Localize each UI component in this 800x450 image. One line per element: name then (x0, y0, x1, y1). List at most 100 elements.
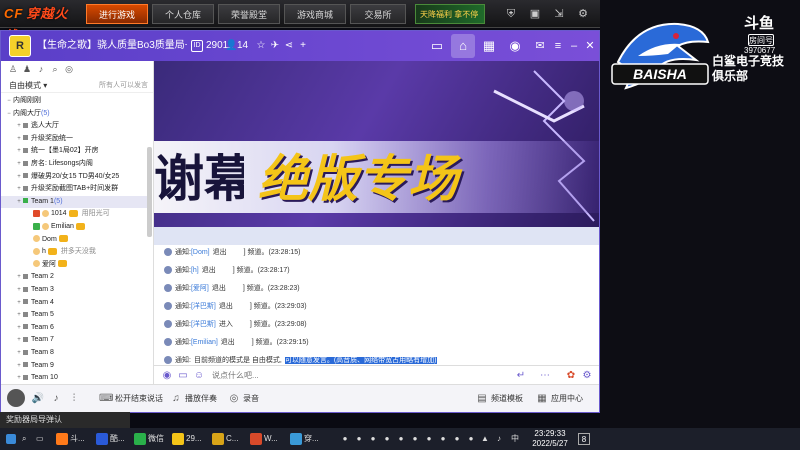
team-row[interactable]: + Team 4 (1, 297, 149, 310)
taskbar-app-douyu[interactable]: 斗... (56, 431, 85, 447)
exit-icon[interactable]: ⇲ (548, 4, 570, 24)
team-row[interactable]: + Team 1(5) (1, 195, 149, 209)
taskbar-app-wechat[interactable]: 微信 (134, 431, 164, 447)
notification-center-icon[interactable]: 8 (578, 433, 590, 445)
expand-icon[interactable]: + (15, 145, 23, 158)
settings-icon[interactable]: ⚙ (572, 4, 594, 24)
search-icon[interactable]: ⌕ (49, 62, 61, 76)
equalizer-icon[interactable]: ⫶ (67, 391, 81, 407)
template-icon[interactable]: ▤ (475, 391, 489, 407)
microphone-icon[interactable]: ♪ (49, 391, 63, 407)
expand-icon[interactable]: + (15, 171, 23, 184)
channel-avatar[interactable]: R (9, 35, 31, 57)
team-row[interactable]: + Team 9 (1, 360, 149, 373)
expand-icon[interactable]: + (15, 120, 23, 133)
expand-icon[interactable]: + (15, 196, 23, 209)
expand-icon[interactable]: + (15, 347, 23, 360)
record-button[interactable]: 录音 (243, 391, 259, 407)
mic-icon[interactable]: ♪ (35, 62, 47, 76)
channel-row[interactable]: + 爆破男20/女15 TD男40/女25 (1, 171, 149, 184)
message-username[interactable]: [洋巴斯] (191, 321, 216, 328)
tray-icon-10[interactable]: ● (466, 433, 476, 445)
message-username[interactable]: [Emilian] (191, 339, 218, 346)
team-row[interactable]: + Team 2 (1, 271, 149, 284)
tray-icon-4[interactable]: ● (382, 433, 392, 445)
gamepad-emoji-icon[interactable]: ◉ (160, 368, 174, 383)
mode-select[interactable]: 自由模式 ▾ (9, 79, 47, 93)
avatar[interactable] (7, 389, 25, 407)
member-row[interactable]: 爱阿 (1, 259, 149, 272)
expand-icon[interactable]: + (15, 360, 23, 373)
game-promo-banner[interactable]: 天降福利 拿不停 (415, 4, 485, 24)
message-username[interactable]: [洋巴斯] (191, 303, 216, 310)
app-center-icon[interactable]: ▦ (535, 391, 549, 407)
more-icon[interactable]: ⋯ (538, 368, 552, 383)
expand-icon[interactable]: + (15, 372, 23, 384)
expand-icon[interactable]: + (15, 271, 23, 284)
team-row[interactable]: + Team 8 (1, 347, 149, 360)
team-row[interactable]: + Team 7 (1, 334, 149, 347)
video-icon[interactable]: ▭ (425, 34, 449, 58)
record-icon[interactable]: ◎ (227, 391, 241, 407)
tray-icon-5[interactable]: ● (396, 433, 406, 445)
expand-icon[interactable]: + (15, 284, 23, 297)
send-icon[interactable]: ↵ (514, 368, 528, 383)
notification-toast[interactable]: 奖励器局导弹认 (0, 412, 130, 428)
message-username[interactable]: [Dom] (191, 249, 210, 256)
plus-icon[interactable]: + (295, 31, 311, 61)
tray-icon-7[interactable]: ● (424, 433, 434, 445)
tray-icon-2[interactable]: ● (354, 433, 364, 445)
chat-input[interactable] (212, 367, 502, 383)
channel-template-button[interactable]: 频道模板 (491, 391, 523, 407)
expand-icon[interactable]: + (15, 183, 23, 196)
team-row[interactable]: + Team 6 (1, 322, 149, 335)
users-icon[interactable]: ♟ (21, 62, 33, 76)
member-row[interactable]: 1014 用阳光可 (1, 208, 149, 221)
expand-icon[interactable]: + (15, 322, 23, 335)
channel-row[interactable]: + 房名: Lifesongs内阁 (1, 158, 149, 171)
taskbar-app-cf[interactable]: 穿... (290, 431, 319, 447)
channel-row[interactable]: − 内阁大厅(5) (1, 108, 149, 121)
game-tab-honor[interactable]: 荣誉殿堂 (218, 4, 280, 24)
game-tab-shop[interactable]: 游戏商城 (284, 4, 346, 24)
taskbar-app-w[interactable]: W... (250, 431, 278, 447)
user-icon[interactable]: ♙ (7, 62, 19, 76)
start-button[interactable] (6, 431, 18, 447)
team-row[interactable]: + Team 3 (1, 284, 149, 297)
expand-icon[interactable]: − (5, 108, 13, 121)
game-tab-inventory[interactable]: 个人仓库 (152, 4, 214, 24)
member-row[interactable]: Emilian (1, 221, 149, 234)
channel-row[interactable]: + 逃人大厅 (1, 120, 149, 133)
taskbar-app-yy[interactable]: 29... (172, 431, 202, 447)
shield-icon[interactable]: ⛨ (500, 4, 522, 24)
emoji-icon[interactable]: ☺ (192, 368, 206, 383)
volume-icon[interactable]: ♪ (494, 433, 504, 445)
tray-icon-6[interactable]: ● (410, 433, 420, 445)
tray-icon-3[interactable]: ● (368, 433, 378, 445)
channel-row[interactable]: − 内阁刚刚 (1, 95, 149, 108)
tray-icon-8[interactable]: ● (438, 433, 448, 445)
team-row[interactable]: + Team 10 (1, 372, 149, 384)
search-icon[interactable]: ⌕ (22, 431, 26, 447)
tree-scrollbar[interactable] (147, 147, 152, 237)
clock-time[interactable]: 23:29:33 (532, 429, 568, 438)
task-view-icon[interactable]: ▭ (36, 431, 44, 447)
mail-icon[interactable]: ✉ (531, 31, 549, 61)
image-icon[interactable]: ▭ (176, 368, 190, 383)
expand-icon[interactable]: − (5, 95, 13, 108)
playback-button[interactable]: 播放伴奏 (185, 391, 217, 407)
speaker-icon[interactable]: 🔊 (31, 391, 45, 407)
gamepad-icon[interactable]: ◉ (503, 34, 527, 58)
chat-settings-icon[interactable]: ⚙ (580, 368, 594, 383)
expand-icon[interactable]: + (15, 334, 23, 347)
release-to-stop-button[interactable]: 松开结束说话 (115, 391, 163, 407)
tray-icon-9[interactable]: ● (452, 433, 462, 445)
message-username[interactable]: [h] (191, 267, 199, 274)
game-tab-start[interactable]: 进行游戏 (86, 4, 148, 24)
expand-icon[interactable]: + (15, 297, 23, 310)
taskbar-app-c[interactable]: C... (212, 431, 238, 447)
tray-icon-1[interactable]: ● (340, 433, 350, 445)
channel-row[interactable]: + 统一【墨1局02】开房 (1, 145, 149, 158)
location-icon[interactable]: ◎ (63, 62, 75, 76)
team-row[interactable]: + Team 5 (1, 309, 149, 322)
